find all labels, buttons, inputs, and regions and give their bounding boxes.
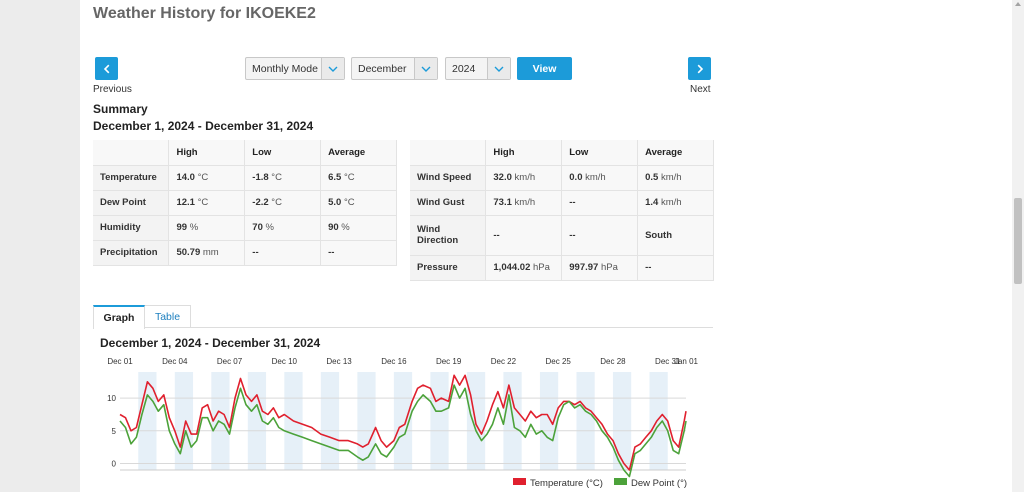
scrollbar-thumb[interactable] — [1014, 198, 1022, 284]
table-row: Humidity 99 % 70 % 90 % — [93, 215, 397, 241]
table-cell: -- — [485, 215, 563, 256]
chevron-down-icon — [421, 66, 431, 72]
row-label: Wind Gust — [410, 190, 487, 216]
row-label: Dew Point — [93, 190, 170, 216]
chart-title: December 1, 2024 - December 31, 2024 — [100, 336, 321, 350]
table-header-row: High Low Average — [93, 140, 397, 166]
row-label: Precipitation — [93, 240, 170, 266]
table-cell: 32.0 km/h — [485, 165, 563, 191]
table-cell: -- — [320, 240, 397, 266]
table-row: Pressure 1,044.02 hPa 997.97 hPa -- — [410, 255, 714, 281]
table-cell: 12.1 °C — [168, 190, 246, 216]
table-cell: 99 % — [168, 215, 246, 241]
table-cell: 50.79 mm — [168, 240, 246, 266]
tab-table[interactable]: Table — [145, 305, 191, 328]
chevron-left-icon — [103, 64, 109, 73]
table-cell: -- — [244, 240, 322, 266]
chevron-down-icon — [494, 66, 504, 72]
scrollbar[interactable] — [1012, 0, 1024, 492]
chevron-down-icon — [328, 66, 338, 72]
row-label: Wind Direction — [410, 215, 487, 256]
next-button[interactable] — [688, 57, 711, 80]
table-row: Precipitation 50.79 mm -- -- — [93, 240, 397, 266]
row-label: Wind Speed — [410, 165, 487, 191]
scroll-up-arrow-icon[interactable] — [1015, 2, 1021, 6]
table-cell: 1,044.02 hPa — [485, 255, 563, 281]
row-label: Pressure — [410, 255, 487, 281]
previous-button[interactable] — [95, 57, 118, 80]
summary-table-wind-pressure: High Low Average Wind Speed 32.0 km/h 0.… — [410, 140, 714, 281]
table-row: Wind Gust 73.1 km/h -- 1.4 km/h — [410, 190, 714, 216]
table-header: Average — [320, 140, 397, 166]
tab-graph[interactable]: Graph — [93, 305, 145, 329]
table-cell: 997.97 hPa — [561, 255, 639, 281]
summary-date-range: December 1, 2024 - December 31, 2024 — [93, 119, 314, 133]
table-cell: -1.8 °C — [244, 165, 322, 191]
table-cell: South — [637, 215, 714, 256]
table-cell: -- — [637, 255, 714, 281]
next-label[interactable]: Next — [690, 84, 711, 95]
month-select-value: December — [358, 62, 407, 75]
table-cell: 14.0 °C — [168, 165, 246, 191]
table-cell: 6.5 °C — [320, 165, 397, 191]
table-cell: -2.2 °C — [244, 190, 322, 216]
mode-select-value: Monthly Mode — [252, 62, 318, 75]
chevron-right-icon — [697, 64, 703, 73]
summary-heading: Summary — [93, 102, 148, 116]
year-select[interactable]: 2024 — [445, 57, 511, 80]
previous-label[interactable]: Previous — [93, 84, 132, 95]
table-header: Low — [244, 140, 322, 166]
table-cell: 1.4 km/h — [637, 190, 714, 216]
table-cell: 70 % — [244, 215, 322, 241]
table-header: High — [168, 140, 246, 166]
table-cell: -- — [561, 190, 639, 216]
table-cell: 0.5 km/h — [637, 165, 714, 191]
summary-table-temperature: High Low Average Temperature 14.0 °C -1.… — [93, 140, 397, 266]
mode-select[interactable]: Monthly Mode — [245, 57, 345, 80]
table-cell: 0.0 km/h — [561, 165, 639, 191]
table-cell: 73.1 km/h — [485, 190, 563, 216]
view-tabs: Graph Table — [93, 305, 713, 329]
table-row: Wind Speed 32.0 km/h 0.0 km/h 0.5 km/h — [410, 165, 714, 191]
table-header — [93, 140, 170, 166]
page-title: Weather History for IKOEKE2 — [93, 5, 316, 22]
row-label: Humidity — [93, 215, 170, 241]
table-row: Temperature 14.0 °C -1.8 °C 6.5 °C — [93, 165, 397, 191]
view-button[interactable]: View — [517, 57, 572, 80]
table-cell: 90 % — [320, 215, 397, 241]
row-label: Temperature — [93, 165, 170, 191]
table-row: Dew Point 12.1 °C -2.2 °C 5.0 °C — [93, 190, 397, 216]
table-cell: 5.0 °C — [320, 190, 397, 216]
table-header-row: High Low Average — [410, 140, 714, 166]
table-cell: -- — [561, 215, 639, 256]
table-row: Wind Direction -- -- South — [410, 215, 714, 256]
table-header: High — [485, 140, 563, 166]
year-select-value: 2024 — [452, 62, 476, 75]
table-header: Low — [561, 140, 639, 166]
table-header — [410, 140, 487, 166]
month-select[interactable]: December — [351, 57, 438, 80]
table-header: Average — [637, 140, 714, 166]
